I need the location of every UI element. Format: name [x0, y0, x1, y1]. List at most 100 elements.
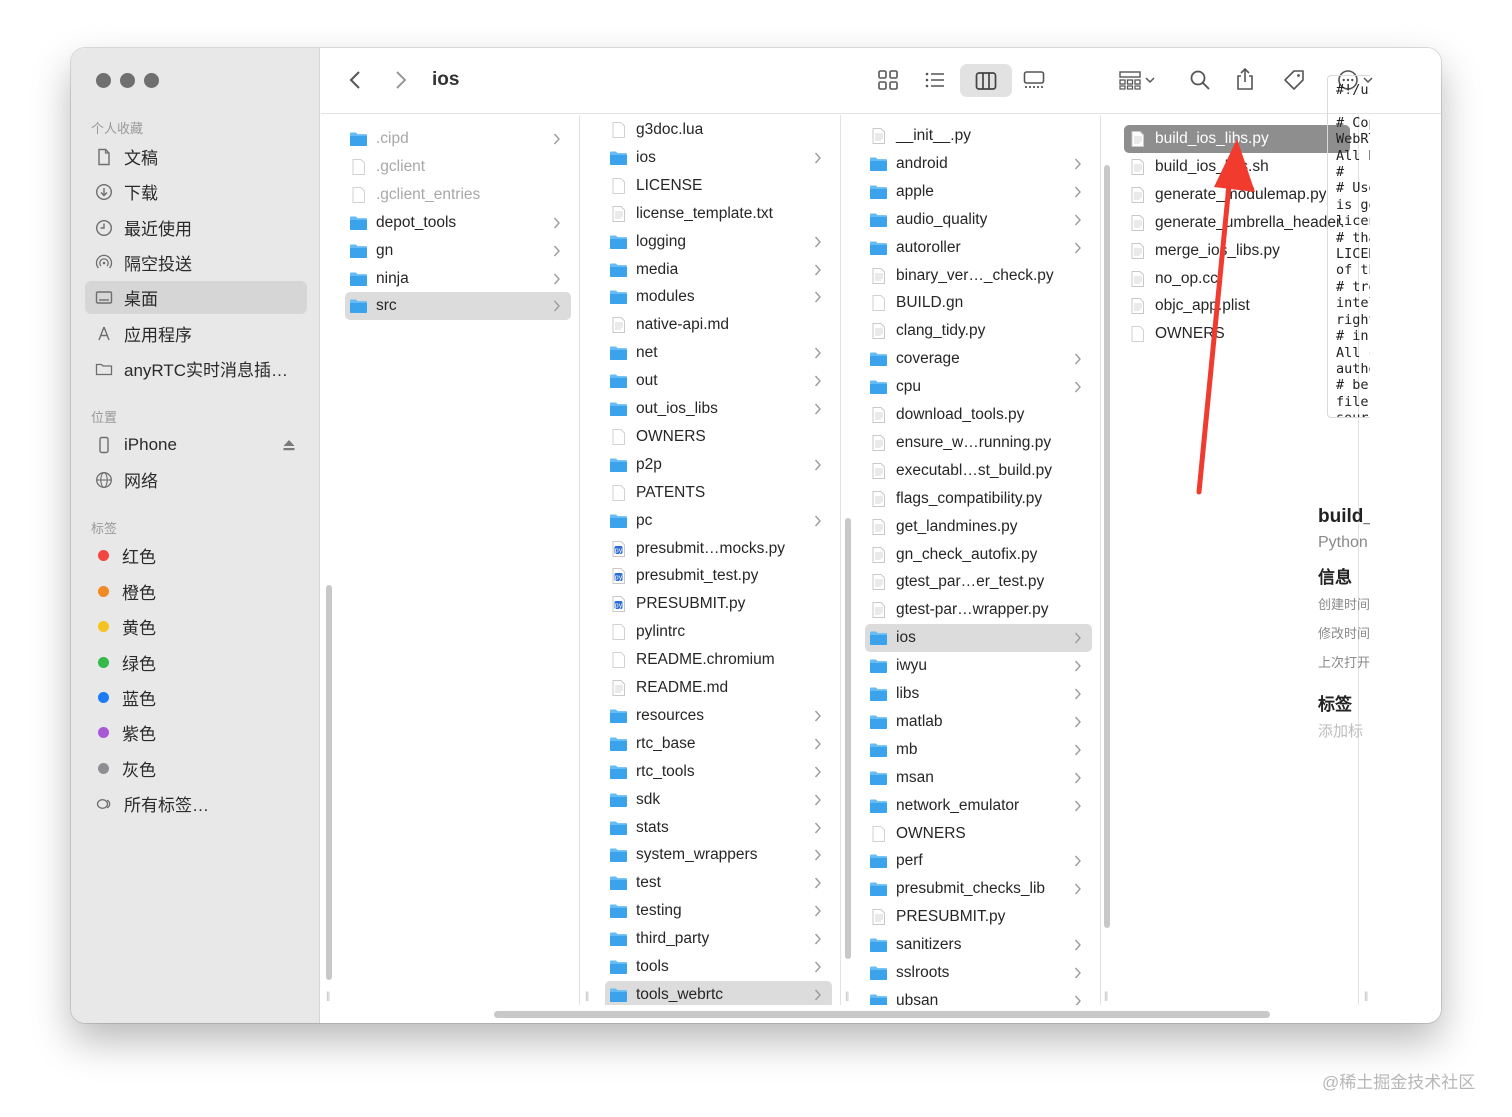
sidebar-item-desktop[interactable]: 桌面: [85, 281, 307, 314]
file-row[interactable]: generate_modulemap.py: [1124, 181, 1350, 209]
share-button[interactable]: [1230, 63, 1260, 95]
folder-row[interactable]: sanitizers: [865, 931, 1092, 959]
file-row[interactable]: objc_app.plist: [1124, 292, 1350, 320]
folder-row[interactable]: system_wrappers: [605, 841, 832, 869]
folder-row[interactable]: resources: [605, 702, 832, 730]
file-row[interactable]: binary_ver…_check.py: [865, 262, 1092, 290]
column-resize-handle[interactable]: ||: [1104, 991, 1108, 1002]
file-row[interactable]: py presubmit…mocks.py: [605, 535, 832, 563]
column-2-scrollbar[interactable]: [845, 518, 851, 959]
folder-row[interactable]: rtc_base: [605, 730, 832, 758]
folder-row[interactable]: ninja: [345, 265, 571, 293]
back-button[interactable]: [343, 66, 369, 94]
sidebar-item-iphone[interactable]: iPhone: [85, 428, 307, 461]
list-view-button[interactable]: [919, 65, 951, 95]
folder-row[interactable]: autoroller: [865, 234, 1092, 262]
file-row[interactable]: README.chromium: [605, 646, 832, 674]
file-row[interactable]: clang_tidy.py: [865, 317, 1092, 345]
sidebar-tag-gray[interactable]: 灰色: [85, 752, 307, 785]
column-resize-handle[interactable]: ||: [585, 991, 589, 1002]
file-row[interactable]: gtest-par…wrapper.py: [865, 596, 1092, 624]
folder-row[interactable]: out_ios_libs: [605, 395, 832, 423]
folder-row[interactable]: test: [605, 869, 832, 897]
forward-button[interactable]: [387, 66, 413, 94]
folder-row[interactable]: network_emulator: [865, 792, 1092, 820]
file-row[interactable]: native-api.md: [605, 311, 832, 339]
file-row[interactable]: executabl…st_build.py: [865, 457, 1092, 485]
folder-row[interactable]: tools_webrtc: [605, 980, 832, 1005]
file-row[interactable]: build_ios_libs.sh: [1124, 153, 1350, 181]
folder-row[interactable]: matlab: [865, 708, 1092, 736]
folder-row[interactable]: tools: [605, 953, 832, 981]
sidebar-item-anyrtc-folder[interactable]: anyRTC实时消息插…: [85, 352, 307, 385]
folder-row[interactable]: libs: [865, 680, 1092, 708]
folder-row[interactable]: ios: [605, 144, 832, 172]
sidebar-tag-yellow[interactable]: 黄色: [85, 610, 307, 643]
file-row[interactable]: merge_ios_libs.py: [1124, 237, 1350, 265]
file-row[interactable]: pylintrc: [605, 618, 832, 646]
folder-row[interactable]: stats: [605, 814, 832, 842]
file-row[interactable]: download_tools.py: [865, 401, 1092, 429]
column-3-scrollbar[interactable]: [1104, 165, 1110, 928]
folder-row[interactable]: src: [345, 292, 571, 321]
folder-row[interactable]: testing: [605, 897, 832, 925]
column-view-button[interactable]: [960, 64, 1012, 97]
file-row[interactable]: build_ios_libs.py: [1124, 125, 1350, 153]
file-row[interactable]: ensure_w…running.py: [865, 429, 1092, 457]
file-row[interactable]: .gclient: [345, 153, 571, 181]
folder-row[interactable]: coverage: [865, 345, 1092, 373]
folder-row[interactable]: audio_quality: [865, 206, 1092, 234]
folder-row[interactable]: net: [605, 339, 832, 367]
sidebar-tag-green[interactable]: 绿色: [85, 646, 307, 679]
column-resize-handle[interactable]: ||: [845, 991, 849, 1002]
column-resize-handle[interactable]: ||: [326, 991, 330, 1002]
folder-row[interactable]: gn: [345, 237, 571, 265]
file-row[interactable]: py PRESUBMIT.py: [605, 590, 832, 618]
folder-row[interactable]: depot_tools: [345, 209, 571, 237]
file-row[interactable]: gn_check_autofix.py: [865, 541, 1092, 569]
column-resize-handle[interactable]: ||: [1364, 991, 1368, 1002]
icon-view-button[interactable]: [872, 65, 904, 95]
search-button[interactable]: [1185, 65, 1215, 95]
folder-row[interactable]: presubmit_checks_lib: [865, 875, 1092, 903]
file-row[interactable]: OWNERS: [1124, 320, 1350, 348]
folder-row[interactable]: logging: [605, 228, 832, 256]
sidebar-tag-orange[interactable]: 橙色: [85, 575, 307, 608]
folder-row[interactable]: msan: [865, 764, 1092, 792]
sidebar-item-documents[interactable]: 文稿: [85, 140, 307, 173]
file-row[interactable]: flags_compatibility.py: [865, 485, 1092, 513]
folder-row[interactable]: iwyu: [865, 652, 1092, 680]
sidebar-item-airdrop[interactable]: 隔空投送: [85, 246, 307, 279]
sidebar-tag-red[interactable]: 红色: [85, 539, 307, 572]
minimize-button[interactable]: [120, 73, 135, 88]
folder-row[interactable]: mb: [865, 736, 1092, 764]
file-row[interactable]: g3doc.lua: [605, 116, 832, 144]
file-row[interactable]: .gclient_entries: [345, 181, 571, 209]
preview-add-tags[interactable]: 添加标: [1318, 720, 1370, 741]
sidebar-item-applications[interactable]: 应用程序: [85, 317, 307, 350]
folder-row[interactable]: modules: [605, 283, 832, 311]
folder-row[interactable]: .cipd: [345, 125, 571, 153]
sidebar-tag-blue[interactable]: 蓝色: [85, 681, 307, 714]
folder-row[interactable]: media: [605, 256, 832, 284]
folder-row[interactable]: sslroots: [865, 959, 1092, 987]
file-row[interactable]: gtest_par…er_test.py: [865, 568, 1092, 596]
sidebar-tag-purple[interactable]: 紫色: [85, 716, 307, 749]
sidebar-item-network[interactable]: 网络: [85, 463, 307, 496]
file-row[interactable]: no_op.cc: [1124, 265, 1350, 293]
folder-row[interactable]: p2p: [605, 451, 832, 479]
folder-row[interactable]: third_party: [605, 925, 832, 953]
gallery-view-button[interactable]: [1017, 65, 1051, 95]
file-row[interactable]: __init__.py: [865, 122, 1092, 150]
file-row[interactable]: get_landmines.py: [865, 513, 1092, 541]
file-row[interactable]: LICENSE: [605, 172, 832, 200]
file-row[interactable]: BUILD.gn: [865, 289, 1092, 317]
group-by-button[interactable]: [1114, 65, 1160, 95]
sidebar-all-tags[interactable]: 所有标签…: [85, 787, 307, 820]
file-row[interactable]: py presubmit_test.py: [605, 562, 832, 590]
sidebar-item-recents[interactable]: 最近使用: [85, 211, 307, 244]
folder-row[interactable]: rtc_tools: [605, 758, 832, 786]
file-row[interactable]: PRESUBMIT.py: [865, 903, 1092, 931]
file-row[interactable]: README.md: [605, 674, 832, 702]
sidebar-item-downloads[interactable]: 下载: [85, 175, 307, 208]
